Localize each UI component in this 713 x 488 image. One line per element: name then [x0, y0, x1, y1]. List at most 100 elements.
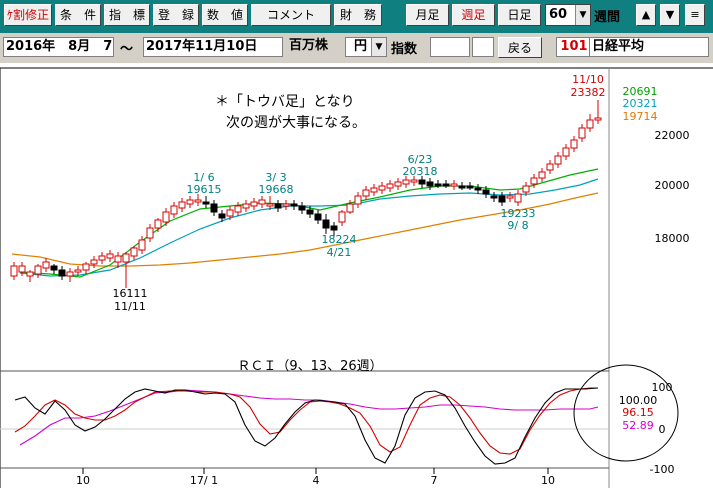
candle-body	[530, 177, 538, 185]
candle-body	[138, 239, 146, 251]
candle-body	[434, 183, 442, 187]
monthly-button[interactable]: 月足	[406, 4, 449, 26]
stock-split-button[interactable]: ｹ割修正	[4, 4, 52, 26]
candle-body	[18, 265, 26, 273]
candle-body	[562, 147, 570, 157]
peak-value-label: 23382	[571, 86, 606, 99]
candle-body	[186, 199, 194, 205]
candle-body	[218, 213, 226, 219]
weekly-button[interactable]: 週足	[452, 4, 495, 26]
register-button[interactable]: 登 録	[153, 4, 199, 26]
candle-body	[66, 271, 74, 277]
candle-body	[322, 219, 330, 229]
candle-body	[370, 187, 378, 193]
financials-button[interactable]: 財 務	[334, 4, 382, 26]
candle-body	[346, 203, 354, 213]
candle-body	[154, 219, 162, 229]
candle-body	[178, 201, 186, 209]
candle-body	[386, 183, 394, 189]
candle-body	[314, 213, 322, 221]
end-date-field[interactable]: 2017年11月10日	[143, 37, 283, 57]
back-button[interactable]: 戻る	[498, 37, 542, 58]
candle-body	[250, 201, 258, 207]
top-toolbar: ｹ割修正 条 件 指 標 登 録 数 値 コメント 財 務 月足 週足 日足 6…	[0, 0, 713, 33]
candle-body	[466, 185, 474, 189]
rci26-value: 52.89	[622, 419, 654, 432]
low-value-label: 18224	[322, 233, 357, 246]
candle-body	[26, 271, 34, 277]
candle-body	[10, 265, 18, 277]
comment-button[interactable]: コメント	[251, 4, 331, 26]
low-date-label: 11/11	[114, 300, 146, 313]
candle-body	[418, 179, 426, 185]
candle-body	[338, 211, 346, 223]
candle-body	[578, 127, 586, 139]
candle-body	[306, 209, 314, 215]
candle-body	[506, 195, 514, 199]
period-select[interactable]: 60 ▼	[545, 4, 591, 26]
triangle-down-icon: ▼	[665, 8, 675, 21]
candle-body	[58, 269, 66, 277]
xaxis-label: 10	[541, 474, 555, 487]
code-field[interactable]: 101	[556, 37, 590, 57]
candle-body	[546, 163, 554, 171]
candle-body	[210, 203, 218, 213]
rci-title: ＲＣＩ（9、13、26週）	[237, 359, 382, 374]
xaxis-label: 7	[431, 474, 438, 487]
candle-body	[362, 189, 370, 197]
high-value-label: 19615	[187, 183, 222, 196]
chevron-down-icon: ▼	[575, 5, 590, 25]
rci-ytick: 0	[659, 423, 666, 436]
candle-body	[570, 139, 578, 149]
ma-long-value: 19714	[623, 110, 658, 123]
candle-body	[426, 181, 434, 187]
annotation-line-1: ＊「トウバ足」となり	[215, 94, 355, 110]
conditions-button[interactable]: 条 件	[55, 4, 101, 26]
currency-value: 円	[354, 39, 368, 54]
candle-body	[106, 253, 114, 259]
candle-body	[146, 227, 154, 239]
low-date-label: 4/21	[327, 246, 352, 259]
daily-button[interactable]: 日足	[498, 4, 541, 26]
low-value-label: 16111	[113, 287, 148, 300]
candle-body	[498, 195, 506, 203]
name-field[interactable]: 日経平均	[589, 37, 709, 57]
candle-body	[482, 189, 490, 195]
candle-body	[82, 263, 90, 271]
indicators-button[interactable]: 指 標	[104, 4, 150, 26]
candle-body	[282, 203, 290, 207]
index-field-1[interactable]	[430, 37, 470, 57]
annotation-line-2: 次の週が大事になる。	[226, 115, 366, 131]
volume-unit-label: 百万株	[287, 37, 341, 57]
candle-body	[130, 247, 138, 257]
menu-icon: ≡	[690, 8, 700, 21]
index-field-2[interactable]	[472, 37, 494, 57]
scroll-down-button[interactable]: ▼	[660, 4, 680, 26]
candle-body	[162, 211, 170, 223]
candle-body	[442, 183, 450, 187]
index-label: 指数	[391, 42, 418, 57]
candle-body	[378, 185, 386, 191]
price-ytick: 22000	[655, 129, 690, 142]
candle-body	[402, 179, 410, 185]
candle-body	[50, 265, 58, 271]
start-date-field[interactable]: 2016年 8月 7日	[3, 37, 114, 57]
candle-body	[90, 259, 98, 265]
candle-body	[202, 201, 210, 205]
candle-body	[114, 255, 122, 263]
scroll-up-button[interactable]: ▲	[636, 4, 656, 26]
price-ytick: 18000	[655, 232, 690, 245]
candle-body	[554, 155, 562, 165]
candle-body	[74, 269, 82, 273]
candle-body	[458, 185, 466, 189]
triangle-up-icon: ▲	[641, 8, 651, 21]
candle-body	[538, 171, 546, 179]
values-button[interactable]: 数 値	[202, 4, 248, 26]
candle-body	[354, 195, 362, 205]
candle-body	[98, 255, 106, 261]
menu-button[interactable]: ≡	[685, 4, 705, 26]
candle-body	[514, 193, 522, 203]
price-ytick: 20000	[655, 179, 690, 192]
rci-ytick: 100	[652, 381, 673, 394]
rci-ytick: -100	[650, 463, 675, 476]
